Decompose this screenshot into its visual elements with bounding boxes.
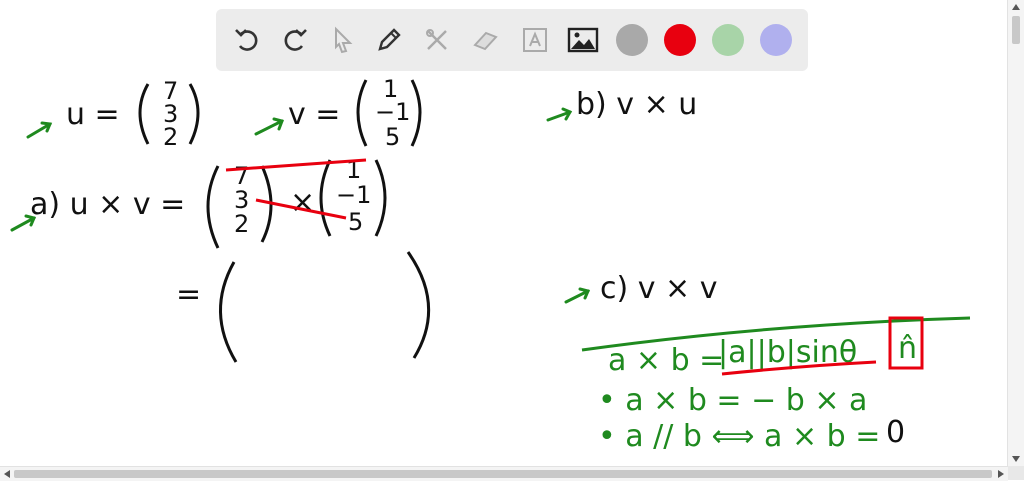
a-left-2: 2 [234, 210, 249, 238]
pencil-icon[interactable] [372, 23, 406, 57]
scroll-right-icon[interactable] [998, 470, 1004, 478]
scroll-up-icon[interactable] [1012, 4, 1020, 10]
scrollbar-corner [1008, 466, 1024, 480]
eraser-icon[interactable] [468, 23, 502, 57]
image-icon[interactable] [566, 23, 600, 57]
u-vec-2: 2 [163, 123, 178, 151]
vertical-scroll-thumb[interactable] [1012, 16, 1020, 44]
color-gray-swatch[interactable] [616, 24, 648, 56]
a-right-2: 5 [348, 208, 363, 236]
scroll-down-icon[interactable] [1012, 456, 1020, 462]
color-red-swatch[interactable] [664, 24, 696, 56]
formula1-hat: n̂ [898, 331, 917, 366]
formula1-lhs: a × b = [608, 343, 724, 378]
drawing-toolbar [216, 9, 808, 71]
arrow-c [564, 287, 591, 304]
color-green-swatch[interactable] [712, 24, 744, 56]
result-equals: = [176, 277, 201, 312]
formula2: • a × b = − b × a [598, 383, 867, 418]
arrow-v [254, 117, 284, 136]
formula3-lhs: • a // b ⟺ a × b = [598, 419, 880, 454]
vertical-scrollbar[interactable] [1007, 0, 1024, 466]
part-c: c) v × v [600, 271, 717, 306]
part-a: a) u × v = [30, 187, 185, 222]
v-vec-1: −1 [375, 98, 410, 126]
a-right-1: −1 [336, 181, 371, 209]
arrow-b [546, 107, 573, 122]
tools-icon[interactable] [420, 23, 454, 57]
text-icon[interactable] [518, 23, 552, 57]
v-vec-2: 5 [385, 123, 400, 151]
arrow-u [26, 121, 53, 139]
horizontal-scroll-thumb[interactable] [14, 470, 992, 478]
u-label: u = [66, 97, 120, 132]
formula3-zero: 0 [886, 415, 905, 450]
part-b: b) v × u [576, 87, 697, 122]
redo-icon[interactable] [278, 23, 312, 57]
horizontal-scrollbar[interactable] [0, 466, 1008, 481]
pointer-icon[interactable] [326, 23, 360, 57]
color-purple-swatch[interactable] [760, 24, 792, 56]
scroll-left-icon[interactable] [4, 470, 10, 478]
undo-icon[interactable] [230, 23, 264, 57]
a-times: × [290, 185, 315, 220]
v-label: v = [288, 97, 340, 132]
